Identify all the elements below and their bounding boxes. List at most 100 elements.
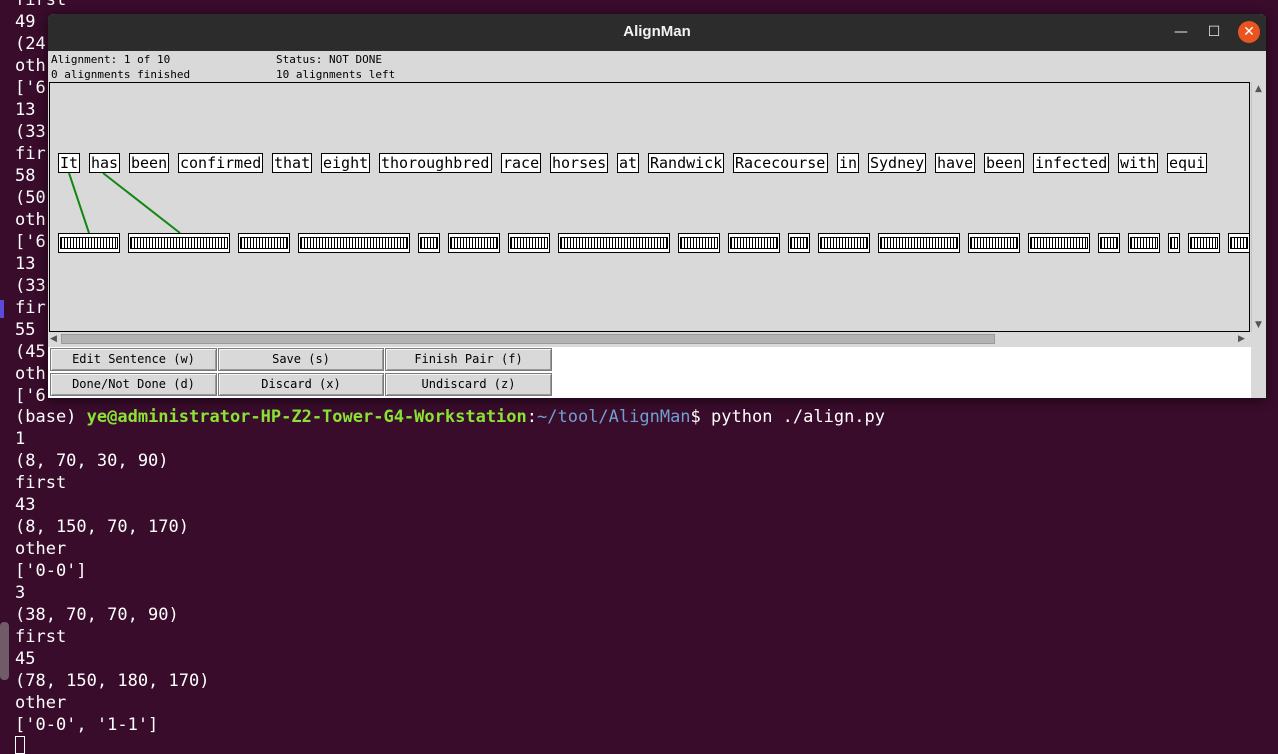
terminal-line: 13: [15, 100, 36, 120]
target-gloss-box[interactable]: [968, 233, 1020, 253]
terminal-output-line: 3: [15, 583, 26, 603]
discard-button[interactable]: Discard (x): [218, 373, 384, 396]
terminal-line: ['6: [15, 232, 46, 252]
source-word[interactable]: race: [501, 153, 541, 173]
target-gloss-box[interactable]: [1028, 233, 1090, 253]
source-word[interactable]: eight: [321, 153, 370, 173]
alignment-link[interactable]: [102, 172, 181, 234]
terminal-output-line: 43: [15, 495, 36, 515]
terminal-output-line: 1: [15, 429, 26, 449]
minimize-button[interactable]: —: [1170, 21, 1192, 43]
remaining-count: 10 alignments left: [276, 68, 396, 81]
alignman-window: AlignMan — ☐ ✕ Alignment: 1 of 10 0 alig…: [48, 14, 1266, 398]
source-word[interactable]: Randwick: [648, 153, 724, 173]
terminal-line: 58: [15, 166, 36, 186]
alignment-counter: Alignment: 1 of 10: [51, 53, 171, 66]
source-word[interactable]: Racecourse: [733, 153, 828, 173]
edit-sentence-button[interactable]: Edit Sentence (w): [50, 348, 217, 371]
source-word[interactable]: thoroughbred: [379, 153, 492, 173]
terminal-output-line: first: [15, 627, 67, 647]
button-panel: Edit Sentence (w) Save (s) Finish Pair (…: [48, 347, 1251, 398]
target-gloss-box[interactable]: [818, 233, 870, 253]
target-gloss-box[interactable]: [128, 233, 230, 253]
terminal-line: ['6: [15, 78, 46, 98]
terminal-line: (50: [15, 188, 46, 208]
source-word[interactable]: has: [89, 153, 120, 173]
terminal-output-line: (78, 150, 180, 170): [15, 671, 210, 691]
terminal-scrollbar[interactable]: [0, 622, 9, 680]
target-gloss-box[interactable]: [508, 233, 550, 253]
alignment-lines-layer: [68, 172, 181, 234]
undiscard-button[interactable]: Undiscard (z): [385, 373, 552, 396]
target-gloss-box[interactable]: [448, 233, 500, 253]
terminal-line: 55: [15, 320, 36, 340]
finished-count: 0 alignments finished: [51, 68, 191, 81]
source-word[interactable]: that: [272, 153, 312, 173]
status-label: Status: NOT DONE: [276, 53, 382, 66]
source-word[interactable]: Sydney: [868, 153, 926, 173]
prompt-userhost: ye@administrator-HP-Z2-Tower-G4-Workstat…: [86, 407, 527, 427]
scroll-right-icon[interactable]: ▶: [1238, 334, 1245, 344]
terminal-prompt-line: (base) ye@administrator-HP-Z2-Tower-G4-W…: [15, 406, 885, 428]
target-gloss-box[interactable]: [1228, 233, 1249, 253]
app-body: Alignment: 1 of 10 0 alignments finished…: [48, 51, 1266, 398]
target-gloss-box[interactable]: [418, 233, 440, 253]
terminal-output-line: ['0-0', '1-1']: [15, 715, 159, 735]
alignment-canvas[interactable]: It has been confirmed that eight thoroughbred r…: [49, 82, 1250, 332]
save-button[interactable]: Save (s): [218, 348, 384, 371]
source-word[interactable]: in: [837, 153, 859, 173]
terminal-output-line: ['0-0']: [15, 561, 87, 581]
source-word[interactable]: at: [617, 153, 639, 173]
window-title: AlignMan: [623, 23, 691, 40]
source-word[interactable]: have: [935, 153, 975, 173]
terminal-line: (33: [15, 276, 46, 296]
horizontal-scrollbar[interactable]: ◀ ▶: [49, 333, 1250, 346]
source-word[interactable]: infected: [1033, 153, 1109, 173]
scroll-left-icon[interactable]: ◀: [50, 334, 57, 344]
terminal-output-line: (8, 70, 30, 90): [15, 451, 169, 471]
terminal-line: (24: [15, 34, 46, 54]
terminal-line: ['6: [15, 386, 46, 406]
source-word[interactable]: been: [129, 153, 169, 173]
terminal-output-line: (38, 70, 70, 90): [15, 605, 179, 625]
terminal-line: (33: [15, 122, 46, 142]
terminal-output-line: (8, 150, 70, 170): [15, 517, 189, 537]
source-word[interactable]: equi: [1167, 153, 1207, 173]
prompt-path: ~/tool/AlignMan: [537, 407, 691, 427]
target-gloss-box[interactable]: [238, 233, 290, 253]
vertical-scrollbar[interactable]: ▲ ▼: [1251, 82, 1266, 332]
terminal-line: fir: [15, 144, 46, 164]
target-gloss-box[interactable]: [1188, 233, 1220, 253]
target-gloss-box[interactable]: [1168, 233, 1180, 253]
horizontal-scroll-thumb[interactable]: [61, 334, 995, 344]
target-gloss-box[interactable]: [298, 233, 410, 253]
source-word[interactable]: been: [984, 153, 1024, 173]
source-word[interactable]: It: [58, 153, 80, 173]
scroll-up-icon[interactable]: ▲: [1255, 84, 1262, 94]
window-titlebar[interactable]: AlignMan — ☐ ✕: [48, 14, 1266, 51]
target-gloss-box[interactable]: [1128, 233, 1160, 253]
terminal-line: 49: [15, 12, 36, 32]
terminal-output-line: other: [15, 693, 67, 713]
target-gloss-box[interactable]: [788, 233, 810, 253]
terminal-output-line: first: [15, 473, 67, 493]
terminal-line: oth: [15, 210, 46, 230]
target-gloss-box[interactable]: [678, 233, 720, 253]
alignment-link[interactable]: [68, 172, 90, 234]
target-gloss-box[interactable]: [58, 233, 120, 253]
done-not-done-button[interactable]: Done/Not Done (d): [50, 373, 217, 396]
maximize-button[interactable]: ☐: [1203, 21, 1225, 43]
terminal-output-line: other: [15, 539, 67, 559]
target-gloss-box[interactable]: [1098, 233, 1120, 253]
terminal-line: first: [15, 0, 67, 10]
source-word[interactable]: with: [1118, 153, 1158, 173]
target-gloss-box[interactable]: [558, 233, 670, 253]
close-button[interactable]: ✕: [1238, 21, 1260, 43]
source-word[interactable]: confirmed: [178, 153, 263, 173]
target-gloss-box[interactable]: [728, 233, 780, 253]
target-gloss-box[interactable]: [878, 233, 960, 253]
scroll-down-icon[interactable]: ▼: [1255, 320, 1262, 330]
terminal-line: fir: [15, 298, 46, 318]
source-word[interactable]: horses: [550, 153, 608, 173]
finish-pair-button[interactable]: Finish Pair (f): [385, 348, 552, 371]
